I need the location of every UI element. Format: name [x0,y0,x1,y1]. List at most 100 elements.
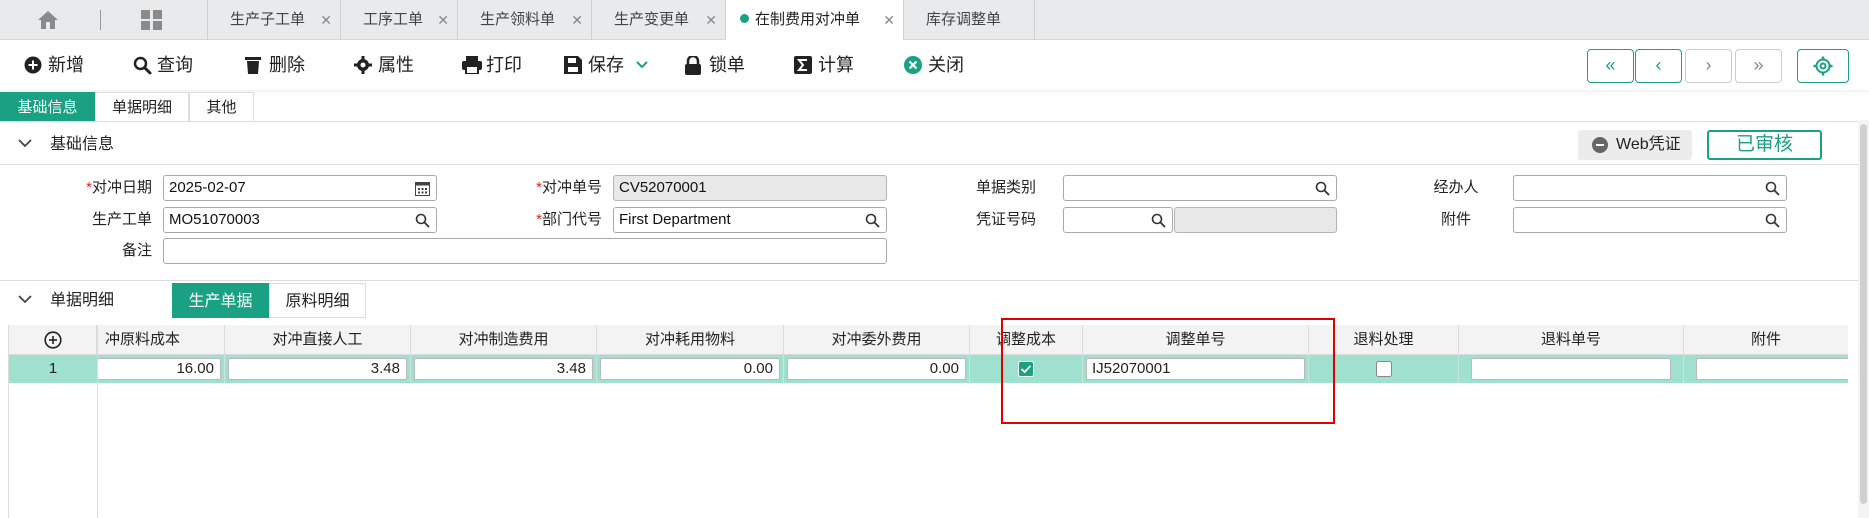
lock-icon [685,56,701,75]
doc-no-field[interactable]: CV52070001 [613,175,887,201]
plus-circle-icon[interactable] [43,331,62,349]
detail-grid: 冲原料成本 对冲直接人工 对冲制造费用 对冲耗用物料 对冲委外费用 调整成本 调… [8,325,1848,518]
subtab-production-doc[interactable]: 生产单据 [172,283,269,318]
calendar-icon[interactable] [415,181,430,196]
column-header[interactable]: 冲原料成本 [97,325,225,355]
date-field[interactable]: 2025-02-07 [163,175,437,201]
outsource-cell[interactable]: 0.00 [784,355,970,383]
dept-label: *部门代号 [536,211,602,228]
tab-divider [100,10,101,30]
web-voucher-button[interactable]: Web凭证 [1578,130,1692,160]
chevron-down-icon[interactable] [636,61,648,69]
search-icon [133,56,152,75]
close-button[interactable]: 关闭 [904,53,974,77]
properties-button[interactable]: 属性 [354,53,424,77]
apps-grid-icon[interactable] [140,9,164,31]
page-tab-other[interactable]: 其他 [189,92,254,122]
close-icon[interactable]: ✕ [437,0,449,40]
home-icon[interactable] [36,9,60,31]
dept-field[interactable]: First Department [613,207,887,233]
page-tab-basic[interactable]: 基础信息 [0,92,95,122]
mfg-expense-cell[interactable]: 3.48 [411,355,597,383]
tab-production-picking[interactable]: 生产领料单 ✕ [457,0,591,40]
consumable-cell[interactable]: 0.00 [597,355,784,383]
column-header[interactable]: 对冲制造费用 [411,325,597,355]
tab-process-order[interactable]: 工序工单 ✕ [340,0,457,40]
tab-inventory-adjust[interactable]: 库存调整单 [903,0,1035,40]
search-icon[interactable] [415,213,430,228]
print-button[interactable]: 打印 [462,53,532,77]
search-icon[interactable] [1765,181,1780,196]
first-record-button[interactable]: « [1587,49,1634,83]
last-record-button[interactable]: » [1735,49,1782,83]
remark-label: 备注 [121,242,152,259]
return-checkbox[interactable] [1376,361,1392,377]
search-icon[interactable] [1765,213,1780,228]
next-record-button[interactable]: › [1685,49,1732,83]
return-no-cell[interactable] [1459,355,1684,383]
column-header[interactable]: 对冲委外费用 [784,325,970,355]
printer-icon [462,56,482,74]
add-row-header[interactable] [9,325,97,355]
section-title: 单据明细 [50,292,115,309]
close-circle-icon [904,56,922,74]
close-icon[interactable]: ✕ [705,0,717,40]
lock-button[interactable]: 锁单 [685,53,755,77]
prev-record-button[interactable]: ‹ [1635,49,1682,83]
new-button[interactable]: 新增 [24,53,94,77]
status-badge: 已审核 [1707,130,1822,160]
close-icon[interactable]: ✕ [571,0,583,40]
attachment-field[interactable] [1513,207,1787,233]
highlight-box [1001,318,1335,424]
settings-button[interactable] [1797,49,1849,83]
tab-wip-expense-offset[interactable]: 在制费用对冲单 ✕ [725,0,903,40]
search-icon[interactable] [1151,213,1166,228]
trash-icon [245,57,261,74]
page-tab-detail[interactable]: 单据明细 [95,92,189,122]
delete-button[interactable]: 删除 [245,53,310,77]
gear-icon [354,56,372,74]
close-icon[interactable]: ✕ [320,0,332,40]
handler-field[interactable] [1513,175,1787,201]
work-order-label: 生产工单 [91,211,152,228]
row-number: 1 [48,360,58,377]
divider [0,164,1860,165]
attachment-label: 附件 [1440,211,1471,228]
tab-production-sub-order[interactable]: 生产子工单 ✕ [207,0,340,40]
date-label: *对冲日期 [86,179,152,196]
search-icon[interactable] [1315,181,1330,196]
close-icon[interactable]: ✕ [883,0,895,40]
vertical-scrollbar[interactable] [1858,120,1869,518]
column-header[interactable]: 退料单号 [1459,325,1684,355]
tab-production-change[interactable]: 生产变更单 ✕ [591,0,725,40]
search-icon[interactable] [865,213,880,228]
voucher-field[interactable] [1063,207,1173,233]
column-header[interactable]: 对冲直接人工 [225,325,411,355]
minus-circle-icon [1592,137,1608,153]
plus-circle-icon [24,56,42,74]
doc-type-label: 单据类别 [975,179,1036,196]
voucher-ref-field[interactable] [1174,207,1337,233]
doc-type-field[interactable] [1063,175,1337,201]
chevron-down-icon[interactable] [18,139,32,148]
work-order-field[interactable]: MO51070003 [163,207,437,233]
scrollbar-thumb[interactable] [1860,124,1867,504]
subtab-material-detail[interactable]: 原料明细 [269,283,366,318]
sigma-icon [794,56,812,74]
chevron-down-icon[interactable] [18,295,32,304]
remark-field[interactable] [163,238,887,264]
voucher-label: 凭证号码 [975,211,1036,228]
attachment-cell[interactable]: 0 [1684,355,1848,383]
divider [0,121,1869,122]
query-button[interactable]: 查询 [133,53,203,77]
save-button[interactable]: 保存 [564,53,654,77]
calculate-button[interactable]: 计算 [794,53,864,77]
column-header[interactable]: 附件 [1684,325,1848,355]
column-header[interactable]: 对冲耗用物料 [597,325,784,355]
gear-icon [1813,56,1833,76]
labor-cell[interactable]: 3.48 [225,355,411,383]
material-cost-cell[interactable]: 16.00 [97,355,225,383]
doc-no-label: *对冲单号 [536,179,602,196]
handler-label: 经办人 [1433,179,1479,196]
toolbar: 新增 查询 删除 属性 打印 保存 锁单 计算 关闭 « ‹ › » [0,40,1869,90]
